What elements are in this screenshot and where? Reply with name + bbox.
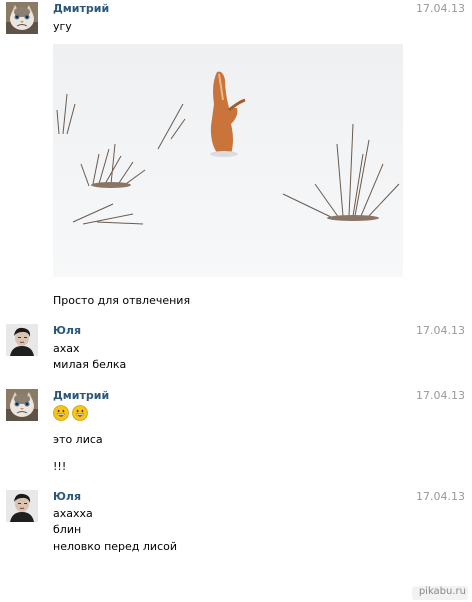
message-date[interactable]: 17.04.13 [416, 389, 465, 403]
message-text: неловко перед лисой [53, 540, 177, 553]
message-text: это лиса [53, 433, 103, 446]
watermark-text: pikabu.ru [418, 586, 466, 597]
author-name[interactable]: Дмитрий [53, 389, 109, 403]
message-date[interactable]: 17.04.13 [416, 324, 465, 338]
fox-in-snow-photo-icon [53, 44, 403, 277]
avatar-dmitry[interactable] [6, 2, 38, 34]
photo-caption: Просто для отвлечения [53, 294, 191, 307]
message-text: !!! [53, 460, 67, 473]
grinning-smiley-icon [72, 405, 88, 421]
message-text: милая белка [53, 358, 127, 371]
author-name[interactable]: Дмитрий [53, 2, 109, 16]
grumpy-cat-avatar-icon [6, 2, 38, 34]
message-date[interactable]: 17.04.13 [416, 2, 465, 16]
author-name[interactable]: Юля [53, 490, 81, 504]
author-name[interactable]: Юля [53, 324, 81, 338]
message-date[interactable]: 17.04.13 [416, 490, 465, 504]
person-photo-avatar-icon [6, 324, 38, 356]
grumpy-cat-avatar-icon [6, 389, 38, 421]
message-text: ахах [53, 342, 80, 355]
photo-attachment[interactable] [53, 44, 403, 277]
message-text: ахахха [53, 507, 93, 520]
watermark: pikabu.ru [0, 585, 472, 602]
avatar-yulya[interactable] [6, 324, 38, 356]
avatar-yulya[interactable] [6, 490, 38, 522]
message-text: угу [53, 20, 72, 33]
person-photo-avatar-icon [6, 490, 38, 522]
grinning-smiley-icon [53, 405, 69, 421]
avatar-dmitry[interactable] [6, 389, 38, 421]
message-text: блин [53, 523, 82, 536]
